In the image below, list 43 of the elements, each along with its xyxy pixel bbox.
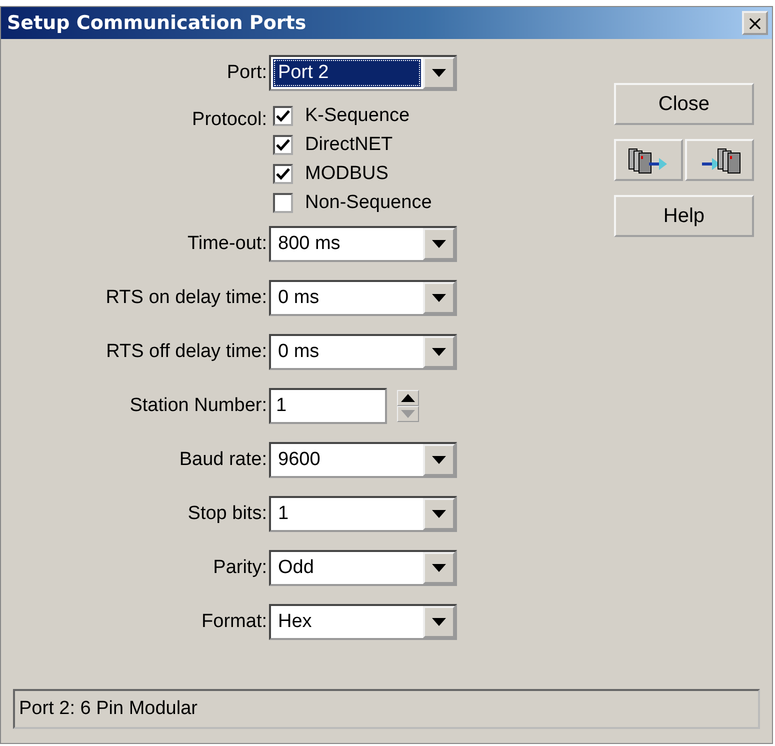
checkbox-label: MODBUS xyxy=(305,163,388,185)
dropdown-field[interactable]: Odd xyxy=(269,550,457,586)
field-label: RTS on delay time: xyxy=(104,287,268,309)
field-label: Parity: xyxy=(212,557,268,579)
upload-icon[interactable] xyxy=(614,139,683,181)
dropdown-field[interactable]: 800 ms xyxy=(269,226,457,262)
field-label: Station Number: xyxy=(128,395,268,417)
field-label: Time-out: xyxy=(186,233,268,255)
dropdown-field[interactable]: 9600 xyxy=(269,442,457,478)
field-label: Protocol: xyxy=(191,108,268,131)
number-field[interactable]: 1 xyxy=(269,388,387,424)
dropdown-value: 9600 xyxy=(277,448,322,472)
dropdown-field[interactable]: 0 ms xyxy=(269,280,457,316)
dropdown-value: 1 xyxy=(277,502,290,526)
checkbox-label: Non-Sequence xyxy=(305,192,432,214)
dropdown-value: 800 ms xyxy=(277,232,342,256)
help-button[interactable]: Help xyxy=(614,195,754,237)
dropdown-value: Hex xyxy=(277,610,313,634)
checkbox[interactable] xyxy=(273,106,293,126)
checkbox[interactable] xyxy=(273,135,293,155)
field-label: Baud rate: xyxy=(178,449,268,471)
close-button[interactable]: × xyxy=(742,11,768,35)
status-text: Port 2: 6 Pin Modular xyxy=(19,698,198,720)
dropdown-field[interactable]: Port 2 xyxy=(269,55,457,91)
dropdown-value: Port 2 xyxy=(273,59,421,87)
download-icon[interactable] xyxy=(685,139,754,181)
checkbox[interactable] xyxy=(273,164,293,184)
dropdown-value: 0 ms xyxy=(277,286,320,310)
field-label: Format: xyxy=(200,611,268,633)
field-label: Stop bits: xyxy=(186,503,268,525)
checkbox-label: K-Sequence xyxy=(305,105,410,127)
close-button[interactable]: Close xyxy=(614,83,754,125)
spin-up-icon[interactable] xyxy=(397,390,419,406)
dropdown-value: Odd xyxy=(277,556,315,580)
dropdown-field[interactable]: Hex xyxy=(269,604,457,640)
dropdown-field[interactable]: 1 xyxy=(269,496,457,532)
field-label: Port: xyxy=(226,62,268,84)
dropdown-value: 0 ms xyxy=(277,340,320,364)
window-title: Setup Communication Ports xyxy=(7,12,306,34)
field-label: RTS off delay time: xyxy=(105,341,268,363)
checkbox[interactable] xyxy=(273,193,293,213)
checkbox-label: DirectNET xyxy=(305,134,393,156)
dropdown-field[interactable]: 0 ms xyxy=(269,334,457,370)
